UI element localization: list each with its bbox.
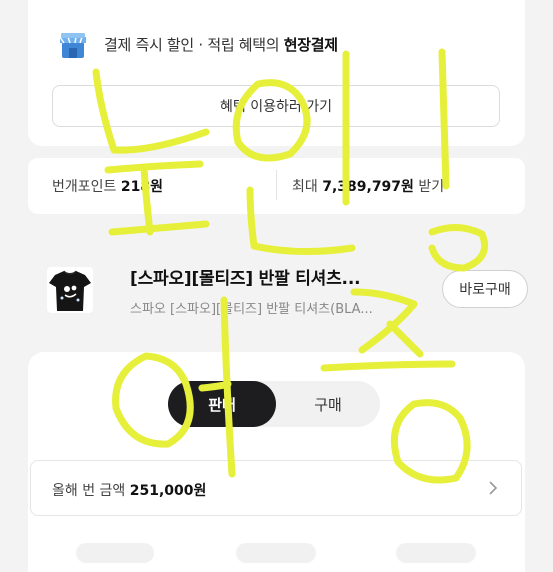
max-reward[interactable]: 최대 7,389,797원 받기 xyxy=(292,176,444,196)
product-title[interactable]: [스파오][몰티즈] 반팔 티셔츠... xyxy=(130,264,361,289)
handwriting-stroke xyxy=(386,320,424,358)
promo-text: 결제 즉시 할인 · 적립 혜택의 현장결제 xyxy=(104,34,338,55)
tab-buy[interactable]: 구매 xyxy=(276,381,380,427)
annual-label: 올해 번 금액 xyxy=(52,483,130,499)
buy-now-button[interactable]: 바로구매 xyxy=(442,270,528,308)
store-icon xyxy=(59,33,86,58)
points-value: 218원 xyxy=(120,179,163,195)
benefit-button[interactable]: 혜택 이용하러 가기 xyxy=(52,85,500,127)
tab-sell[interactable]: 판매 xyxy=(168,381,276,427)
handwriting-stroke xyxy=(108,220,210,236)
annual-value: 251,000원 xyxy=(129,483,207,499)
handwriting-stroke xyxy=(428,224,489,272)
product-subtitle: 스파오 [스파오][몰티즈] 반팔 티셔츠(BLA... xyxy=(130,302,373,317)
promo-text-prefix: 결제 즉시 할인 · 적립 혜택의 xyxy=(104,36,284,54)
promo-text-bold: 현장결제 xyxy=(283,36,338,54)
max-reward-prefix: 최대 xyxy=(292,179,323,195)
max-reward-suffix: 받기 xyxy=(413,179,445,195)
max-reward-value: 7,389,797원 xyxy=(322,179,414,195)
tshirt-icon xyxy=(49,270,91,311)
points-label: 번개포인트 xyxy=(52,179,121,195)
chevron-right-icon[interactable] xyxy=(486,481,500,495)
product-thumbnail[interactable] xyxy=(47,267,93,313)
filter-chip[interactable] xyxy=(236,543,316,563)
annual-earnings: 올해 번 금액 251,000원 xyxy=(52,480,206,500)
filter-chip[interactable] xyxy=(76,543,154,563)
points-divider xyxy=(276,170,277,200)
filter-chip[interactable] xyxy=(396,543,476,563)
bunjang-points[interactable]: 번개포인트 218원 xyxy=(52,176,163,196)
